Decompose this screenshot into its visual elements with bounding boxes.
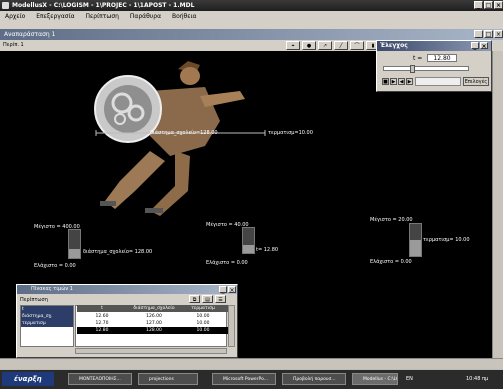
table-title: Πίνακας τιμών 1 bbox=[31, 286, 73, 292]
language-indicator[interactable]: EN bbox=[406, 373, 413, 385]
control-title-bar: Έλεγχος _ × bbox=[377, 41, 491, 51]
meter3-track[interactable] bbox=[409, 223, 422, 257]
variable-list-item[interactable]: t bbox=[21, 306, 73, 313]
table-row[interactable]: 12.70 127.00 10.00 bbox=[77, 320, 229, 327]
menu-bar: Αρχείο Επεξεργασία Περίπτωση Παράθυρα Βο… bbox=[0, 11, 503, 22]
table-vertical-scrollbar[interactable] bbox=[228, 305, 235, 347]
meter1-value-label: διάστημα_σχολείο= 128.00 bbox=[83, 249, 153, 255]
control-minimize-button[interactable]: _ bbox=[471, 42, 479, 50]
menu-edit[interactable]: Επεξεργασία bbox=[36, 13, 74, 20]
cell: 128.00 bbox=[146, 328, 162, 333]
taskbar-item[interactable]: projections bbox=[138, 373, 198, 385]
start-label: έναρξη bbox=[14, 375, 42, 383]
page-label: Περίπ. 1 bbox=[3, 42, 24, 48]
finish-position-label: τερματισμ=10.00 bbox=[268, 130, 313, 136]
system-tray: EN 10:48 πμ bbox=[400, 373, 502, 385]
play-button[interactable]: ▶ bbox=[390, 78, 397, 85]
menu-windows[interactable]: Παράθυρα bbox=[130, 13, 161, 20]
app-icon bbox=[2, 2, 9, 9]
select-tool-button[interactable]: ⌖ bbox=[286, 41, 300, 50]
canvas-vertical-scrollbar[interactable] bbox=[492, 51, 503, 358]
time-slider-thumb[interactable] bbox=[409, 65, 415, 73]
time-label: t = bbox=[413, 55, 423, 62]
table-options-button[interactable]: ☰ bbox=[215, 295, 226, 303]
window-title-bar: ModellusX - C:\LOGISM - 1\PROJEC - 1\1AP… bbox=[0, 0, 503, 11]
control-window: Έλεγχος _ × t = 12.80 ■ ▶ ◀ ▶ Επιλογές bbox=[376, 40, 492, 92]
meter2-fill bbox=[243, 245, 254, 253]
table-title-bar: Πίνακας τιμών 1 _ × bbox=[17, 285, 237, 294]
start-button[interactable]: έναρξη bbox=[2, 372, 54, 386]
cell: 10.00 bbox=[196, 314, 210, 319]
meter1-fill bbox=[69, 249, 80, 258]
variable-list-item[interactable]: τερματισμ bbox=[21, 320, 73, 327]
table-copy-button[interactable]: ⧉ bbox=[189, 295, 200, 303]
meter2-track[interactable] bbox=[242, 227, 255, 254]
menu-help[interactable]: Βοήθεια bbox=[172, 13, 197, 20]
table-row-selected[interactable]: 12.80 128.00 10.00 bbox=[77, 327, 229, 334]
progress-bar bbox=[415, 77, 461, 86]
table-row[interactable]: 12.60 126.00 10.00 bbox=[77, 313, 229, 320]
time-value-field[interactable]: 12.80 bbox=[427, 54, 457, 62]
menu-case[interactable]: Περίπτωση bbox=[86, 13, 119, 20]
meter3-min-label: Ελάχιστο = 0.00 bbox=[370, 259, 412, 265]
step-forward-button[interactable]: ▶ bbox=[406, 78, 413, 85]
close-button[interactable]: × bbox=[494, 1, 503, 9]
control-close-button[interactable]: × bbox=[480, 42, 488, 50]
cell: 127.00 bbox=[146, 321, 162, 326]
time-slider[interactable] bbox=[383, 65, 469, 73]
anim-minimize-button[interactable]: _ bbox=[474, 30, 483, 38]
taskbar-item[interactable]: Προβολή παρουσ... bbox=[282, 373, 346, 385]
meter1-min-label: Ελάχιστο = 0.00 bbox=[34, 263, 76, 269]
table-minimize-button[interactable]: _ bbox=[219, 286, 227, 294]
canvas-horizontal-scrollbar[interactable] bbox=[0, 358, 503, 369]
table-window: Πίνακας τιμών 1 _ × Περίπτωση ⧉ ▤ ☰ t δι… bbox=[16, 284, 238, 358]
taskbar-item[interactable]: ΜΟΝΤΕΛΟΠΟΙΗΣ... bbox=[68, 373, 132, 385]
menu-file[interactable]: Αρχείο bbox=[5, 13, 25, 20]
taskbar: έναρξη ΜΟΝΤΕΛΟΠΟΙΗΣ... projections Micro… bbox=[0, 369, 503, 389]
variable-list[interactable]: t διάστημα_σχ. τερματισμ bbox=[20, 305, 74, 347]
meter3-max-label: Μέγιστο = 20.00 bbox=[370, 217, 413, 223]
clock: 10:48 πμ bbox=[466, 376, 489, 382]
meter2-value-label: t= 12.80 bbox=[256, 247, 279, 253]
cell: 12.70 bbox=[95, 321, 109, 326]
meter2-min-label: Ελάχιστο = 0.00 bbox=[206, 260, 248, 266]
anim-close-button[interactable]: × bbox=[494, 30, 503, 38]
column-header: τερματισμ bbox=[191, 306, 215, 311]
table-close-button[interactable]: × bbox=[228, 286, 236, 294]
cell: 12.80 bbox=[95, 328, 109, 333]
cell: 10.00 bbox=[196, 321, 210, 326]
vector-tool-button[interactable]: ↗ bbox=[318, 41, 332, 50]
maximize-button[interactable]: □ bbox=[484, 1, 493, 9]
cell: 126.00 bbox=[146, 314, 162, 319]
window-title: ModellusX - C:\LOGISM - 1\PROJEC - 1\1AP… bbox=[12, 2, 195, 9]
stop-button[interactable]: ■ bbox=[382, 78, 389, 85]
meter3-fill bbox=[410, 240, 421, 256]
taskbar-item-active[interactable]: Modellus - C:\LOG... bbox=[352, 373, 398, 385]
particle-tool-button[interactable]: ● bbox=[302, 41, 316, 50]
table-horizontal-scrollbar[interactable] bbox=[75, 348, 227, 354]
cell: 12.60 bbox=[95, 314, 109, 319]
cell: 10.00 bbox=[196, 328, 210, 333]
options-button[interactable]: Επιλογές bbox=[463, 77, 489, 86]
runner-position-label: διάστημα_σχολείο=128.00 bbox=[150, 130, 218, 136]
anim-maximize-button[interactable]: □ bbox=[484, 30, 493, 38]
table-chart-button[interactable]: ▤ bbox=[202, 295, 213, 303]
column-header: t bbox=[101, 306, 103, 311]
taskbar-item[interactable]: Microsoft PowerPo... bbox=[212, 373, 276, 385]
graph-tool-button[interactable]: ⌒ bbox=[350, 41, 364, 50]
meter1-track[interactable] bbox=[68, 229, 81, 259]
variable-list-item[interactable]: διάστημα_σχ. bbox=[21, 313, 73, 320]
column-header: διάστημα_σχολείο bbox=[133, 306, 175, 311]
animation-window-title-bar: Αναπαράσταση 1 _ □ × bbox=[0, 29, 503, 40]
table-page-label: Περίπτωση bbox=[20, 297, 48, 303]
line-tool-button[interactable]: ╱ bbox=[334, 41, 348, 50]
step-back-button[interactable]: ◀ bbox=[398, 78, 405, 85]
table-header-row: t διάστημα_σχολείο τερματισμ bbox=[77, 305, 229, 312]
control-title: Έλεγχος bbox=[380, 42, 408, 49]
animation-window-title: Αναπαράσταση 1 bbox=[4, 31, 56, 38]
meter3-value-label: τερματισμ= 10.00 bbox=[423, 237, 470, 243]
minimize-button[interactable]: _ bbox=[474, 1, 483, 9]
